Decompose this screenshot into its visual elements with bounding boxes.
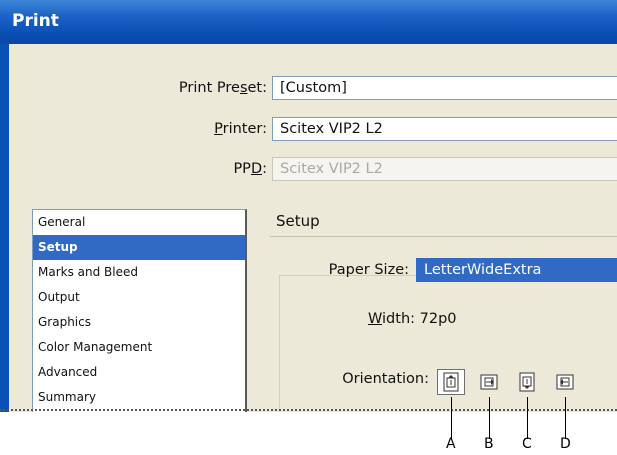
ppd-label: PPD: [233,161,267,177]
printer-label: Printer: [214,121,267,137]
title-bar[interactable]: Print [0,0,617,44]
width-label: Width: 72p0 [368,311,457,327]
paper-size-dropdown[interactable]: LetterWideExtra [416,258,617,282]
callout-line-d [565,397,566,439]
orientation-label: Orientation: [342,371,429,387]
width-value: 72p0 [419,311,457,327]
portrait-icon [443,372,459,392]
callout-line-b [489,397,490,439]
orientation-landscape-button[interactable] [475,369,503,395]
category-general[interactable]: General [33,210,245,235]
category-graphics[interactable]: Graphics [33,310,245,335]
orientation-reverse-landscape-button[interactable] [551,369,579,395]
orientation-portrait-button[interactable] [437,369,465,395]
callout-label-c: C [522,436,532,452]
landscape-icon [480,374,498,390]
reverse-portrait-icon [519,372,535,392]
callout-label-a: A [446,436,456,452]
dialog-title: Print [12,11,59,31]
section-title: Setup [276,212,320,230]
print-preset-field[interactable]: [Custom] [272,76,617,100]
category-advanced[interactable]: Advanced [33,360,245,385]
section-divider [270,236,617,237]
callout-label-d: D [560,436,571,452]
callout-line-a [451,397,452,439]
callout-label-b: B [484,436,494,452]
category-setup[interactable]: Setup [33,235,245,260]
paper-size-label: Paper Size: [328,262,409,278]
category-list[interactable]: General Setup Marks and Bleed Output Gra… [32,209,247,412]
orientation-reverse-portrait-button[interactable] [513,369,541,395]
print-dialog: Print Print Preset: [Custom] Printer: Sc… [0,0,617,412]
cutoff-line [0,409,617,411]
print-preset-label: Print Preset: [178,80,267,96]
reverse-landscape-icon [556,374,574,390]
printer-field[interactable]: Scitex VIP2 L2 [272,117,617,141]
callout-line-c [527,397,528,439]
category-color-management[interactable]: Color Management [33,335,245,360]
category-summary[interactable]: Summary [33,385,245,410]
category-output[interactable]: Output [33,285,245,310]
category-marks-and-bleed[interactable]: Marks and Bleed [33,260,245,285]
ppd-field: Scitex VIP2 L2 [272,157,617,181]
